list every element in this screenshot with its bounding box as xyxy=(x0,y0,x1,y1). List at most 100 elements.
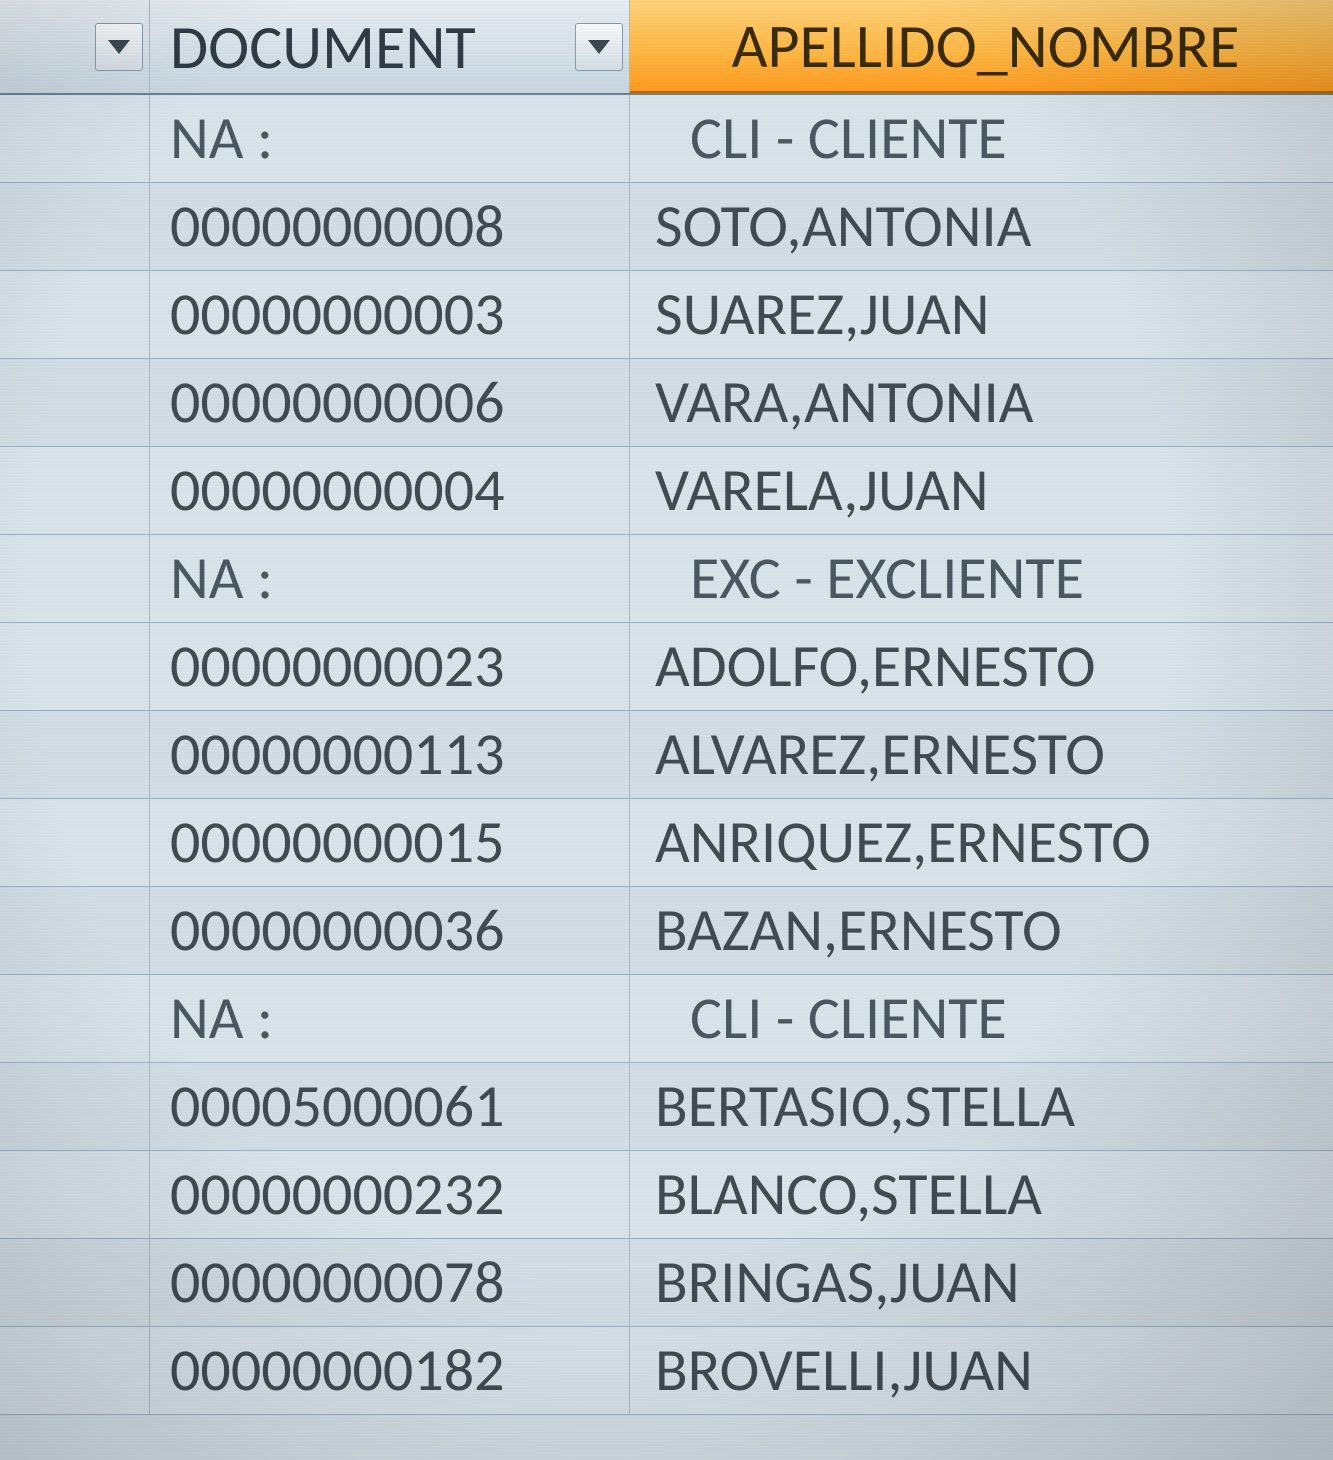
cell-document-value: NA : xyxy=(170,102,273,175)
cell-apellido-nombre[interactable]: EXC - EXCLIENTE xyxy=(630,535,1333,622)
cell-document[interactable]: 00000000078 xyxy=(150,1239,630,1326)
cell-document[interactable]: NA : xyxy=(150,95,630,182)
cell-apellido-nombre-value: ADOLFO,ERNESTO xyxy=(655,630,1096,703)
chevron-down-icon xyxy=(108,40,130,54)
table-row[interactable]: 00000000023 ADOLFO,ERNESTO xyxy=(0,623,1333,711)
cell-apellido-nombre-value: BROVELLI,JUAN xyxy=(655,1334,1033,1407)
cell-document-value: 00000000023 xyxy=(170,630,505,703)
cell-document[interactable]: 00000000015 xyxy=(150,799,630,886)
table-row[interactable]: 00000000003 SUAREZ,JUAN xyxy=(0,271,1333,359)
cell-document[interactable]: NA : xyxy=(150,975,630,1062)
cell-document-value: 00000000232 xyxy=(170,1158,505,1231)
column-header-document[interactable]: DOCUMENT xyxy=(150,0,630,93)
cell-apellido-nombre[interactable]: BLANCO,STELLA xyxy=(630,1151,1333,1238)
table-row[interactable]: 00000000036 BAZAN,ERNESTO xyxy=(0,887,1333,975)
cell-apellido-nombre[interactable]: SUAREZ,JUAN xyxy=(630,271,1333,358)
cell-apellido-nombre-value: SUAREZ,JUAN xyxy=(655,278,990,351)
cell-apellido-nombre[interactable]: BERTASIO,STELLA xyxy=(630,1063,1333,1150)
filter-dropdown-a[interactable] xyxy=(95,23,143,71)
cell-document-value: 00005000061 xyxy=(170,1070,505,1143)
cell-document-value: 00000000006 xyxy=(170,366,505,439)
cell-col-a[interactable] xyxy=(0,975,150,1062)
cell-col-a[interactable] xyxy=(0,1151,150,1238)
cell-col-a[interactable] xyxy=(0,535,150,622)
cell-document[interactable]: NA : xyxy=(150,535,630,622)
cell-apellido-nombre[interactable]: ADOLFO,ERNESTO xyxy=(630,623,1333,710)
cell-document[interactable]: 00000000113 xyxy=(150,711,630,798)
cell-apellido-nombre[interactable]: VARA,ANTONIA xyxy=(630,359,1333,446)
cell-col-a[interactable] xyxy=(0,359,150,446)
column-header-document-label: DOCUMENT xyxy=(170,9,476,85)
cell-col-a[interactable] xyxy=(0,799,150,886)
table-group-row[interactable]: NA : CLI - CLIENTE xyxy=(0,975,1333,1063)
cell-apellido-nombre[interactable]: BRINGAS,JUAN xyxy=(630,1239,1333,1326)
cell-document[interactable]: 00000000182 xyxy=(150,1327,630,1414)
cell-apellido-nombre-value: VARA,ANTONIA xyxy=(655,366,1033,439)
cell-apellido-nombre-value: EXC - EXCLIENTE xyxy=(690,542,1084,615)
cell-apellido-nombre[interactable]: ALVAREZ,ERNESTO xyxy=(630,711,1333,798)
table-row[interactable]: 00000000015 ANRIQUEZ,ERNESTO xyxy=(0,799,1333,887)
table-row[interactable]: 00000000008 SOTO,ANTONIA xyxy=(0,183,1333,271)
cell-col-a[interactable] xyxy=(0,1063,150,1150)
cell-document-value: 00000000036 xyxy=(170,894,505,967)
cell-document[interactable]: 00000000004 xyxy=(150,447,630,534)
cell-document[interactable]: 00005000061 xyxy=(150,1063,630,1150)
cell-apellido-nombre-value: SOTO,ANTONIA xyxy=(655,190,1031,263)
cell-document-value: 00000000003 xyxy=(170,278,505,351)
cell-col-a[interactable] xyxy=(0,183,150,270)
cell-apellido-nombre[interactable]: CLI - CLIENTE xyxy=(630,975,1333,1062)
table-row[interactable]: 00000000182 BROVELLI,JUAN xyxy=(0,1327,1333,1415)
cell-apellido-nombre-value: BLANCO,STELLA xyxy=(655,1158,1042,1231)
spreadsheet: DOCUMENT APELLIDO_NOMBRE NA : CLI - CLIEN… xyxy=(0,0,1333,1460)
cell-document[interactable]: 00000000008 xyxy=(150,183,630,270)
cell-apellido-nombre-value: ALVAREZ,ERNESTO xyxy=(655,718,1105,791)
filter-dropdown-document[interactable] xyxy=(575,23,623,71)
table-row[interactable]: 00000000004 VARELA,JUAN xyxy=(0,447,1333,535)
table-row[interactable]: 00005000061 BERTASIO,STELLA xyxy=(0,1063,1333,1151)
table-row[interactable]: 00000000006 VARA,ANTONIA xyxy=(0,359,1333,447)
table-row[interactable]: 00000000113 ALVAREZ,ERNESTO xyxy=(0,711,1333,799)
column-header-a[interactable] xyxy=(0,0,150,93)
cell-col-a[interactable] xyxy=(0,711,150,798)
cell-col-a[interactable] xyxy=(0,447,150,534)
table-group-row[interactable]: NA : CLI - CLIENTE xyxy=(0,95,1333,183)
cell-apellido-nombre-value: BERTASIO,STELLA xyxy=(655,1070,1075,1143)
cell-document[interactable]: 00000000003 xyxy=(150,271,630,358)
cell-col-a[interactable] xyxy=(0,271,150,358)
cell-document-value: 00000000015 xyxy=(170,806,505,879)
cell-document-value: 00000000182 xyxy=(170,1334,505,1407)
cell-document[interactable]: 00000000023 xyxy=(150,623,630,710)
cell-document-value: 00000000078 xyxy=(170,1246,505,1319)
cell-apellido-nombre[interactable]: ANRIQUEZ,ERNESTO xyxy=(630,799,1333,886)
table-row[interactable]: 00000000232 BLANCO,STELLA xyxy=(0,1151,1333,1239)
cell-col-a[interactable] xyxy=(0,1327,150,1414)
cell-apellido-nombre[interactable]: SOTO,ANTONIA xyxy=(630,183,1333,270)
chevron-down-icon xyxy=(588,40,610,54)
column-header-apellido-nombre[interactable]: APELLIDO_NOMBRE xyxy=(630,0,1333,93)
cell-apellido-nombre-value: BRINGAS,JUAN xyxy=(655,1246,1020,1319)
cell-document-value: NA : xyxy=(170,982,273,1055)
cell-document-value: 00000000008 xyxy=(170,190,505,263)
cell-document[interactable]: 00000000232 xyxy=(150,1151,630,1238)
cell-apellido-nombre[interactable]: BAZAN,ERNESTO xyxy=(630,887,1333,974)
cell-apellido-nombre-value: VARELA,JUAN xyxy=(655,454,989,527)
table-body: NA : CLI - CLIENTE 00000000008 SOTO,ANTONIA… xyxy=(0,95,1333,1415)
cell-document[interactable]: 00000000006 xyxy=(150,359,630,446)
cell-apellido-nombre[interactable]: CLI - CLIENTE xyxy=(630,95,1333,182)
cell-document-value: 00000000113 xyxy=(170,718,505,791)
cell-apellido-nombre-value: CLI - CLIENTE xyxy=(690,102,1007,175)
cell-col-a[interactable] xyxy=(0,887,150,974)
cell-apellido-nombre[interactable]: BROVELLI,JUAN xyxy=(630,1327,1333,1414)
table-row[interactable]: 00000000078 BRINGAS,JUAN xyxy=(0,1239,1333,1327)
cell-apellido-nombre-value: BAZAN,ERNESTO xyxy=(655,894,1062,967)
table-group-row[interactable]: NA : EXC - EXCLIENTE xyxy=(0,535,1333,623)
cell-col-a[interactable] xyxy=(0,95,150,182)
cell-document[interactable]: 00000000036 xyxy=(150,887,630,974)
cell-document-value: 00000000004 xyxy=(170,454,505,527)
cell-apellido-nombre-value: CLI - CLIENTE xyxy=(690,982,1007,1055)
column-header-apellido-nombre-label: APELLIDO_NOMBRE xyxy=(732,8,1240,84)
cell-apellido-nombre[interactable]: VARELA,JUAN xyxy=(630,447,1333,534)
cell-col-a[interactable] xyxy=(0,623,150,710)
cell-col-a[interactable] xyxy=(0,1239,150,1326)
cell-document-value: NA : xyxy=(170,542,273,615)
